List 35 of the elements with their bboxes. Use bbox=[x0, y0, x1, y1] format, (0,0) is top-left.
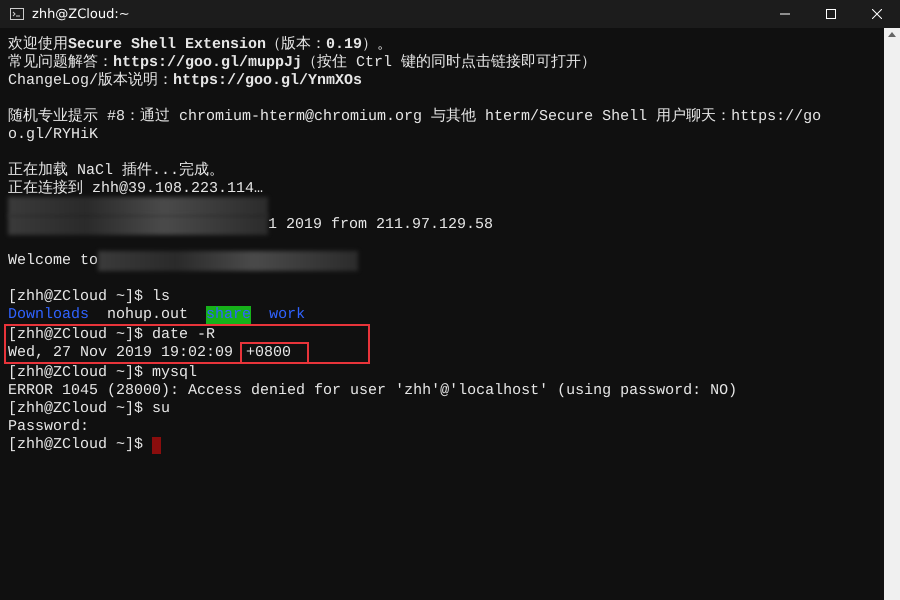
terminal-text: ）。 bbox=[362, 36, 392, 54]
terminal-icon bbox=[10, 8, 24, 20]
terminal-text: [zhh@ZCloud ~]$ bbox=[8, 436, 144, 454]
terminal-text: [zhh@ZCloud ~]$ su bbox=[8, 400, 170, 418]
terminal-text: Welcome to bbox=[8, 252, 98, 270]
terminal-text: work bbox=[269, 306, 306, 324]
terminal-text: Wed, 27 Nov 2019 19:02:09 bbox=[8, 344, 234, 362]
terminal-text: share bbox=[206, 306, 252, 324]
terminal-text: Password: bbox=[8, 418, 90, 436]
terminal-text: 随机专业提示 #8：通过 chromium-hterm@chromium.org 与其他 hterm/Secure Shell 用户聊天：https://go bbox=[8, 108, 822, 126]
window-title: zhh@ZCloud:~ bbox=[32, 6, 131, 22]
terminal-text: o.gl/RYHiK bbox=[8, 126, 98, 144]
up-arrow-icon[interactable] bbox=[888, 32, 896, 37]
terminal-text: 欢迎使用 bbox=[8, 36, 68, 54]
terminal-text: +0800 bbox=[242, 344, 308, 362]
terminal-text: ChangeLog/版本说明： bbox=[8, 72, 174, 90]
scrollbar[interactable] bbox=[884, 28, 900, 600]
terminal-text: [zhh@ZCloud ~]$ date -R bbox=[8, 326, 216, 344]
terminal-text: 正在加载 NaCl 插件...完成。 bbox=[8, 162, 224, 180]
terminal-text: ERROR 1045 (28000): Access denied for user 'zhh'@'localhost' (using password: NO) bbox=[8, 382, 738, 400]
terminal-text: （按住 Ctrl 键的同时点击链接即可打开） bbox=[302, 54, 596, 72]
terminal-text: 正在连接到 zhh@39.108.223.114… bbox=[8, 180, 264, 198]
terminal-text: [zhh@ZCloud ~]$ mysql bbox=[8, 364, 198, 382]
terminal-text: 常见问题解答： bbox=[8, 54, 113, 72]
terminal-text: https://goo.gl/YnmXOs bbox=[173, 72, 362, 90]
terminal-text: https://goo.gl/muppJj bbox=[113, 54, 302, 72]
terminal-text: 0.19 bbox=[326, 36, 362, 54]
terminal-text: （版本： bbox=[266, 36, 326, 54]
terminal-text: nohup.out bbox=[106, 306, 190, 324]
terminal-text: 1 2019 from 211.97.129.58 bbox=[268, 216, 494, 234]
terminal-text: Secure Shell Extension bbox=[68, 36, 266, 54]
terminal-text: Downloads bbox=[8, 306, 90, 324]
close-icon bbox=[872, 9, 882, 19]
terminal-text: [zhh@ZCloud ~]$ ls bbox=[8, 288, 170, 306]
maximize-icon bbox=[826, 9, 836, 19]
